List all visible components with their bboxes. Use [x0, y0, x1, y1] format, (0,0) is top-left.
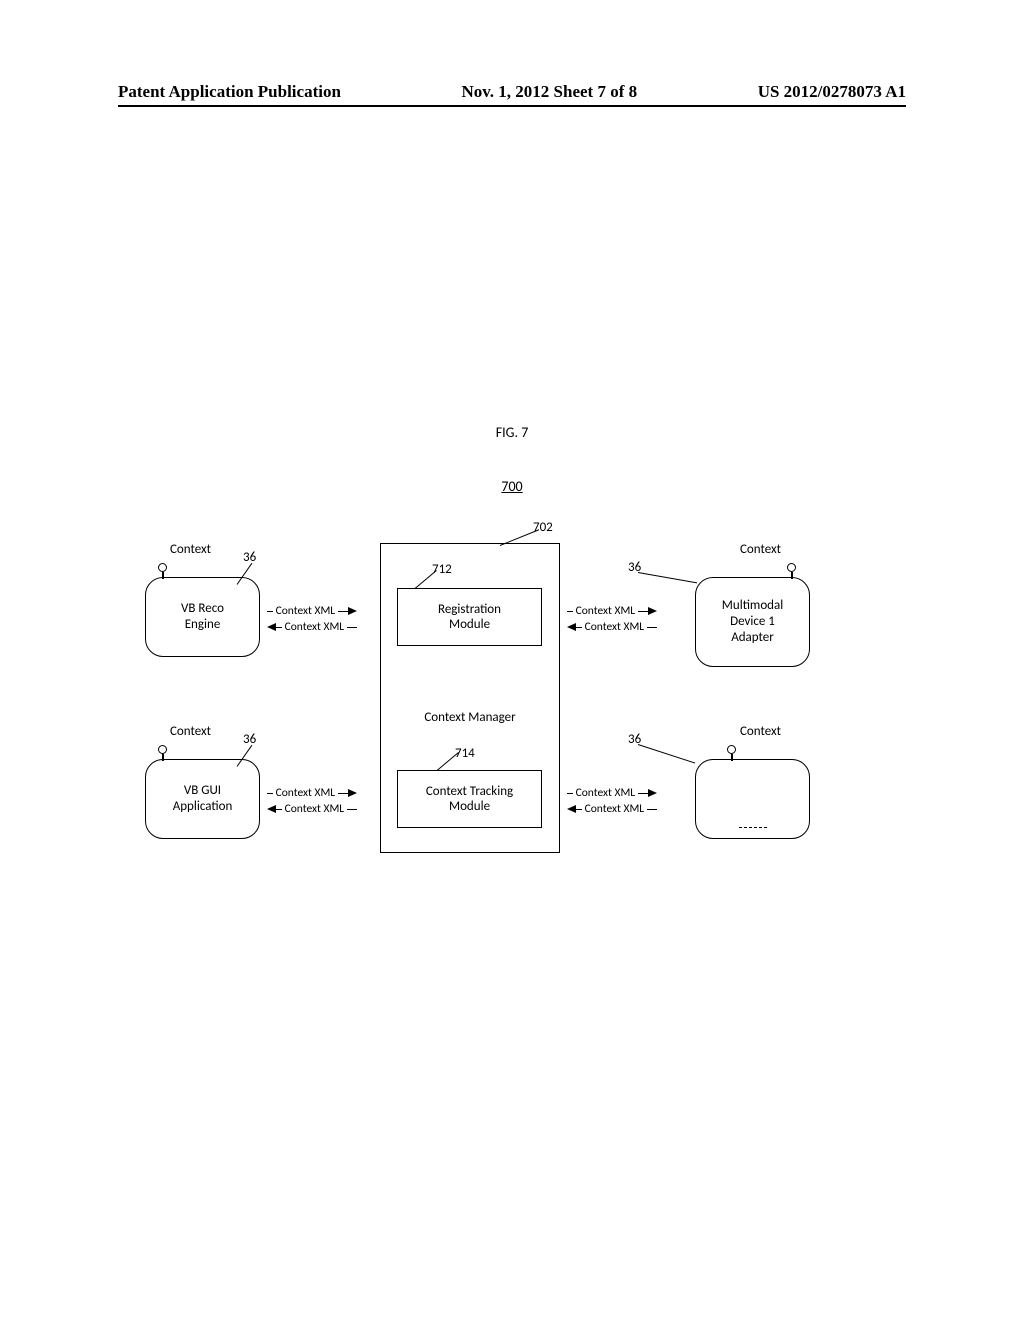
leader-36d: [638, 744, 695, 763]
xml-text-lt1: Context XML: [276, 604, 336, 618]
context-label-4: Context: [740, 724, 781, 739]
registration-module-box: Registration Module: [397, 588, 542, 646]
xml-text-lb2: Context XML: [285, 802, 345, 816]
context-tick-1: [162, 572, 164, 579]
refnum-36b: 36: [243, 732, 256, 747]
refnum-702: 702: [533, 520, 553, 535]
xml-text-lb1: Context XML: [276, 786, 336, 800]
header-rule: [118, 105, 906, 107]
context-label-3: Context: [740, 542, 781, 557]
leader-36c: [638, 572, 697, 583]
context-ring-3: [787, 563, 796, 572]
multimodal-adapter-box: Multimodal Device 1 Adapter: [695, 577, 810, 667]
header-center: Nov. 1, 2012 Sheet 7 of 8: [461, 82, 637, 102]
context-tracking-module-box: Context Tracking Module: [397, 770, 542, 828]
vb-gui-application-text: VB GUI Application: [173, 783, 233, 816]
header-right: US 2012/0278073 A1: [758, 82, 906, 102]
registration-module-text: Registration Module: [438, 602, 501, 632]
xml-text-rb2: Context XML: [585, 802, 645, 816]
context-tick-4: [731, 754, 733, 761]
xml-text-rb1: Context XML: [576, 786, 636, 800]
xml-pair-left-bottom: Context XML Context XML: [267, 785, 357, 817]
xml-text-rt1: Context XML: [576, 604, 636, 618]
diagram-area: Context Manager Registration Module Cont…: [135, 520, 895, 870]
vb-gui-application-box: VB GUI Application: [145, 759, 260, 839]
context-ring-4: [727, 745, 736, 754]
context-label-2: Context: [170, 724, 211, 739]
vb-reco-engine-text: VB Reco Engine: [181, 601, 224, 634]
figure-label: FIG. 7: [496, 424, 529, 441]
header-left: Patent Application Publication: [118, 82, 341, 102]
xml-text-lt2: Context XML: [285, 620, 345, 634]
vb-reco-engine-box: VB Reco Engine: [145, 577, 260, 657]
context-manager-label: Context Manager: [424, 710, 515, 725]
xml-pair-right-top: Context XML Context XML: [567, 603, 657, 635]
context-tracking-module-text: Context Tracking Module: [426, 784, 513, 814]
context-label-1: Context: [170, 542, 211, 557]
xml-pair-left-top: Context XML Context XML: [267, 603, 357, 635]
page-header: Patent Application Publication Nov. 1, 2…: [118, 82, 906, 102]
context-ring-1: [158, 563, 167, 572]
figure-number: 700: [501, 478, 522, 495]
placeholder-box: [695, 759, 810, 839]
xml-pair-right-bottom: Context XML Context XML: [567, 785, 657, 817]
multimodal-adapter-text: Multimodal Device 1 Adapter: [722, 598, 783, 647]
xml-text-rt2: Context XML: [585, 620, 645, 634]
placeholder-dash: [739, 827, 767, 828]
context-tick-2: [162, 754, 164, 761]
context-ring-2: [158, 745, 167, 754]
context-tick-3: [791, 572, 793, 579]
refnum-36a: 36: [243, 550, 256, 565]
